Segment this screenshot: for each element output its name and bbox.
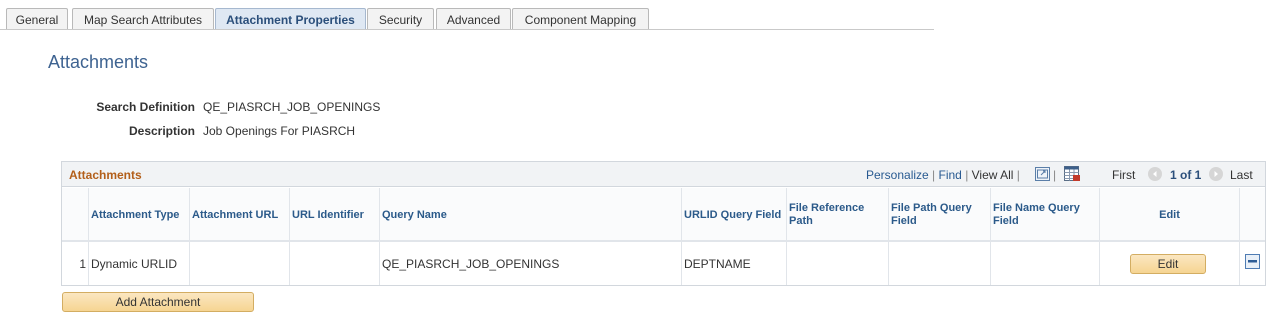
column-header-urlid-query-field[interactable]: URLID Query Field	[682, 188, 787, 242]
tab-divider	[0, 29, 934, 30]
file-reference-path-cell	[787, 242, 889, 285]
description-value: Job Openings For PIASRCH	[203, 124, 356, 138]
row-number: 1	[62, 242, 89, 285]
tab-security[interactable]: Security	[367, 8, 434, 30]
row-range: 1 of 1	[1170, 168, 1202, 182]
first-link[interactable]: First	[1112, 168, 1135, 182]
column-header-file-name-query-field[interactable]: File Name Query Field	[991, 188, 1100, 242]
table-row: 1 Dynamic URLID QE_PIASRCH_JOB_OPENINGS …	[62, 242, 1265, 285]
file-name-query-field-cell	[991, 242, 1100, 285]
previous-circle-icon[interactable]	[1148, 167, 1162, 181]
url-identifier-cell	[290, 242, 380, 285]
edit-cell: Edit	[1100, 242, 1240, 285]
description-label: Description	[128, 124, 195, 138]
view-all-link[interactable]: View All	[972, 168, 1014, 182]
column-header-attachment-url[interactable]: Attachment URL	[190, 188, 290, 242]
grid-header: Attachments Personalize | Find | View Al…	[62, 162, 1265, 187]
delete-row-icon[interactable]	[1245, 254, 1260, 269]
search-definition-value: QE_PIASRCH_JOB_OPENINGS	[203, 100, 381, 114]
tab-attachment-properties[interactable]: Attachment Properties	[215, 8, 366, 30]
attachment-url-cell	[190, 242, 290, 285]
column-header-rownum	[62, 188, 89, 242]
next-circle-icon[interactable]	[1209, 167, 1223, 181]
separator: |	[1016, 168, 1020, 182]
file-path-query-field-cell	[889, 242, 991, 285]
page-title: Attachments	[48, 52, 149, 72]
last-link[interactable]: Last	[1230, 168, 1253, 182]
query-name-cell: QE_PIASRCH_JOB_OPENINGS	[380, 242, 682, 285]
edit-button[interactable]: Edit	[1130, 254, 1206, 274]
delete-cell	[1240, 242, 1265, 285]
column-header-delete	[1240, 188, 1265, 242]
column-header-file-path-query-field[interactable]: File Path Query Field	[889, 188, 991, 242]
urlid-query-field-cell: DEPTNAME	[682, 242, 787, 285]
tab-component-mapping[interactable]: Component Mapping	[512, 8, 649, 30]
grid-nav-links: Personalize | Find | View All |	[866, 168, 1020, 182]
tab-general[interactable]: General	[6, 8, 68, 30]
attachment-type-cell: Dynamic URLID	[89, 242, 190, 285]
column-header-attachment-type[interactable]: Attachment Type	[89, 188, 190, 242]
attachments-grid: Attachments Personalize | Find | View Al…	[61, 161, 1266, 286]
tab-advanced[interactable]: Advanced	[436, 8, 511, 30]
grid-title: Attachments	[69, 168, 142, 182]
personalize-link[interactable]: Personalize	[866, 168, 929, 182]
tab-map-search-attributes[interactable]: Map Search Attributes	[72, 8, 214, 30]
zoom-icon[interactable]	[1035, 167, 1050, 181]
column-header-query-name[interactable]: Query Name	[380, 188, 682, 242]
column-header-url-identifier[interactable]: URL Identifier	[290, 188, 380, 242]
column-header-file-reference-path[interactable]: File Reference Path	[787, 188, 889, 242]
column-header-edit: Edit	[1100, 188, 1240, 242]
add-attachment-button[interactable]: Add Attachment	[62, 292, 254, 312]
column-header-row: Attachment Type Attachment URL URL Ident…	[62, 188, 1265, 242]
find-link[interactable]: Find	[939, 168, 962, 182]
download-grid-icon[interactable]	[1064, 166, 1081, 182]
search-definition-label: Search Definition	[96, 100, 195, 114]
separator: |	[1053, 168, 1057, 182]
